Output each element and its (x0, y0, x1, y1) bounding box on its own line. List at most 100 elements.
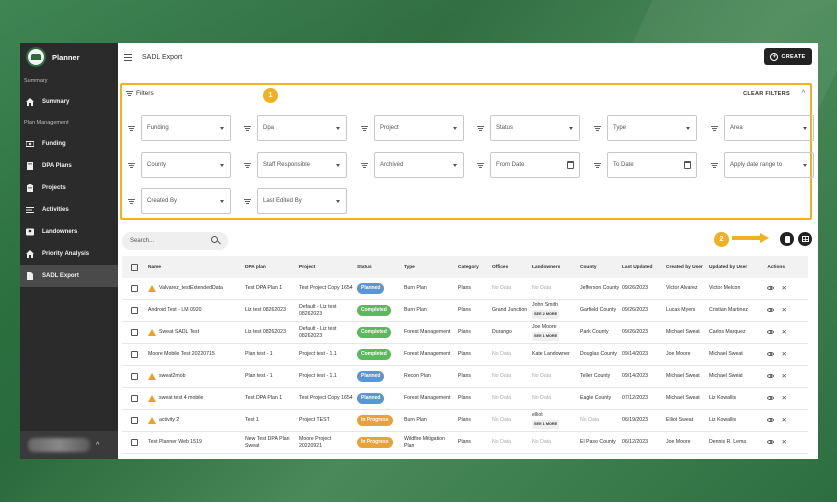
row-checkbox[interactable] (122, 307, 148, 314)
row-checkbox[interactable] (122, 351, 148, 358)
sidebar-item-funding[interactable]: Funding (20, 133, 118, 155)
chevron-down-icon[interactable] (336, 127, 340, 130)
calendar-icon[interactable] (567, 161, 574, 169)
tools-icon[interactable]: ✕ (782, 352, 787, 358)
table-row[interactable]: activity 2 Test 1 Project TEST In Progress B… (122, 410, 808, 432)
filter-select[interactable]: Apply date range to (724, 152, 814, 178)
table-row[interactable]: Android Test - LM 0920 Liz test 08262023 D… (122, 300, 808, 322)
see-more-button[interactable]: SEE 1 MORE (532, 332, 560, 341)
view-icon[interactable] (766, 351, 774, 356)
row-checkbox[interactable] (122, 285, 148, 292)
col-status[interactable]: Status (357, 264, 404, 271)
col-county[interactable]: County (580, 264, 622, 271)
col-landowners[interactable]: Landowners (532, 264, 580, 271)
filter-select[interactable]: Archived (374, 152, 464, 178)
tools-icon[interactable]: ✕ (782, 396, 787, 402)
view-icon[interactable] (766, 439, 774, 444)
table-row[interactable]: Test Planner Web 1519 New Test DPA Plan S… (122, 432, 808, 454)
chevron-down-icon[interactable] (686, 127, 690, 130)
tools-icon[interactable]: ✕ (782, 286, 787, 292)
col-name[interactable]: Name (148, 264, 245, 271)
chevron-down-icon[interactable] (803, 164, 807, 167)
row-checkbox[interactable] (122, 373, 148, 380)
cell-name-text[interactable]: Sweat SADL Test (159, 329, 199, 336)
filter-select[interactable]: Area (724, 115, 814, 141)
sidebar-item-landowners[interactable]: Landowners (20, 221, 118, 243)
col-type[interactable]: Type (404, 264, 458, 271)
cell-name-text[interactable]: sweat2mob (159, 373, 186, 380)
clear-filters-button[interactable]: CLEAR FILTERS (743, 91, 790, 97)
chevron-down-icon[interactable] (220, 200, 224, 203)
date-field[interactable]: From Date (490, 152, 580, 178)
cell-name-text[interactable]: Test Planner Web 1519 (148, 439, 202, 446)
filter-select[interactable]: Status (490, 115, 580, 141)
sidebar-item-projects[interactable]: Projects (20, 177, 118, 199)
filter-select[interactable]: Created By (141, 188, 231, 214)
chevron-down-icon[interactable] (220, 164, 224, 167)
chevron-down-icon[interactable] (336, 164, 340, 167)
search-input[interactable]: Search... (122, 232, 228, 250)
view-icon[interactable] (766, 417, 774, 422)
filter-select[interactable]: Staff Responsible (257, 152, 347, 178)
tools-icon[interactable]: ✕ (782, 440, 787, 446)
menu-icon[interactable] (124, 53, 132, 61)
table-row[interactable]: Moore Mobile Test 20220715 Plan test - 1 P… (122, 344, 808, 366)
tools-icon[interactable]: ✕ (782, 308, 787, 314)
search-icon[interactable] (211, 236, 218, 243)
chevron-down-icon[interactable] (569, 127, 573, 130)
col-project[interactable]: Project (299, 264, 357, 271)
table-row[interactable]: Valvarez_testExtendedData Test DPA Plan 1… (122, 278, 808, 300)
sidebar-item-summary[interactable]: Summary (20, 91, 118, 113)
filter-select[interactable]: Type (607, 115, 697, 141)
cell-name-text[interactable]: Valvarez_testExtendedData (159, 285, 223, 292)
col-updated-by[interactable]: Updated by User (709, 264, 753, 271)
table-row[interactable]: sweat test 4 mobile Test DPA Plan 1 Test P… (122, 388, 808, 410)
view-icon[interactable] (766, 329, 774, 334)
tools-icon[interactable]: ✕ (782, 374, 787, 380)
filter-select[interactable]: Last Edited By (257, 188, 347, 214)
chevron-down-icon[interactable] (453, 127, 457, 130)
user-menu[interactable]: ^ (20, 431, 118, 459)
see-more-button[interactable]: SEE 1 MORE (532, 420, 560, 429)
view-icon[interactable] (766, 373, 774, 378)
col-created-by[interactable]: Created by User (666, 264, 709, 271)
cell-name-text[interactable]: sweat test 4 mobile (159, 395, 203, 402)
cell-name-text[interactable]: activity 2 (159, 417, 179, 424)
tools-icon[interactable]: ✕ (782, 330, 787, 336)
cell-name-text[interactable]: Android Test - LM 0920 (148, 307, 202, 314)
select-all-checkbox[interactable] (122, 263, 148, 271)
table-row[interactable]: Sweat SADL Test Liz test 08262023 Default … (122, 322, 808, 344)
col-category[interactable]: Category (458, 264, 492, 271)
chevron-down-icon[interactable] (803, 127, 807, 130)
chevron-down-icon[interactable] (453, 164, 457, 167)
sidebar-item-priority-analysis[interactable]: Priority Analysis (20, 243, 118, 265)
see-more-button[interactable]: SEE 2 MORE (532, 310, 560, 319)
filter-select[interactable]: County (141, 152, 231, 178)
filter-select[interactable]: Funding (141, 115, 231, 141)
sidebar-item-activities[interactable]: Activities (20, 199, 118, 221)
chevron-down-icon[interactable] (220, 127, 224, 130)
table-row[interactable]: sweat2mob Plan test - 1 Project test - 1.1… (122, 366, 808, 388)
view-icon[interactable] (766, 395, 774, 400)
table-row[interactable]: Test DPA PlanTest PlannerIn ProgressHumb… (122, 454, 808, 459)
cell-name-text[interactable]: Moore Mobile Test 20220715 (148, 351, 215, 358)
date-field[interactable]: To Date (607, 152, 697, 178)
sidebar-item-dpa-plans[interactable]: DPA Plans (20, 155, 118, 177)
row-checkbox[interactable] (122, 439, 148, 446)
col-offices[interactable]: Offices (492, 264, 532, 271)
row-checkbox[interactable] (122, 329, 148, 336)
row-checkbox[interactable] (122, 417, 148, 424)
create-button[interactable]: + CREATE (764, 48, 812, 65)
col-dpa[interactable]: DPA plan (245, 264, 299, 271)
filter-select[interactable]: Project (374, 115, 464, 141)
view-icon[interactable] (766, 285, 774, 290)
calendar-icon[interactable] (684, 161, 691, 169)
chevron-up-icon[interactable]: ^ (96, 442, 99, 449)
chevron-up-icon[interactable]: ^ (802, 90, 805, 97)
chevron-down-icon[interactable] (336, 200, 340, 203)
filter-select[interactable]: Dpa (257, 115, 347, 141)
tools-icon[interactable]: ✕ (782, 418, 787, 424)
col-last-updated[interactable]: Last Updated (622, 264, 666, 271)
export-table-button[interactable] (798, 232, 812, 246)
view-icon[interactable] (766, 307, 774, 312)
